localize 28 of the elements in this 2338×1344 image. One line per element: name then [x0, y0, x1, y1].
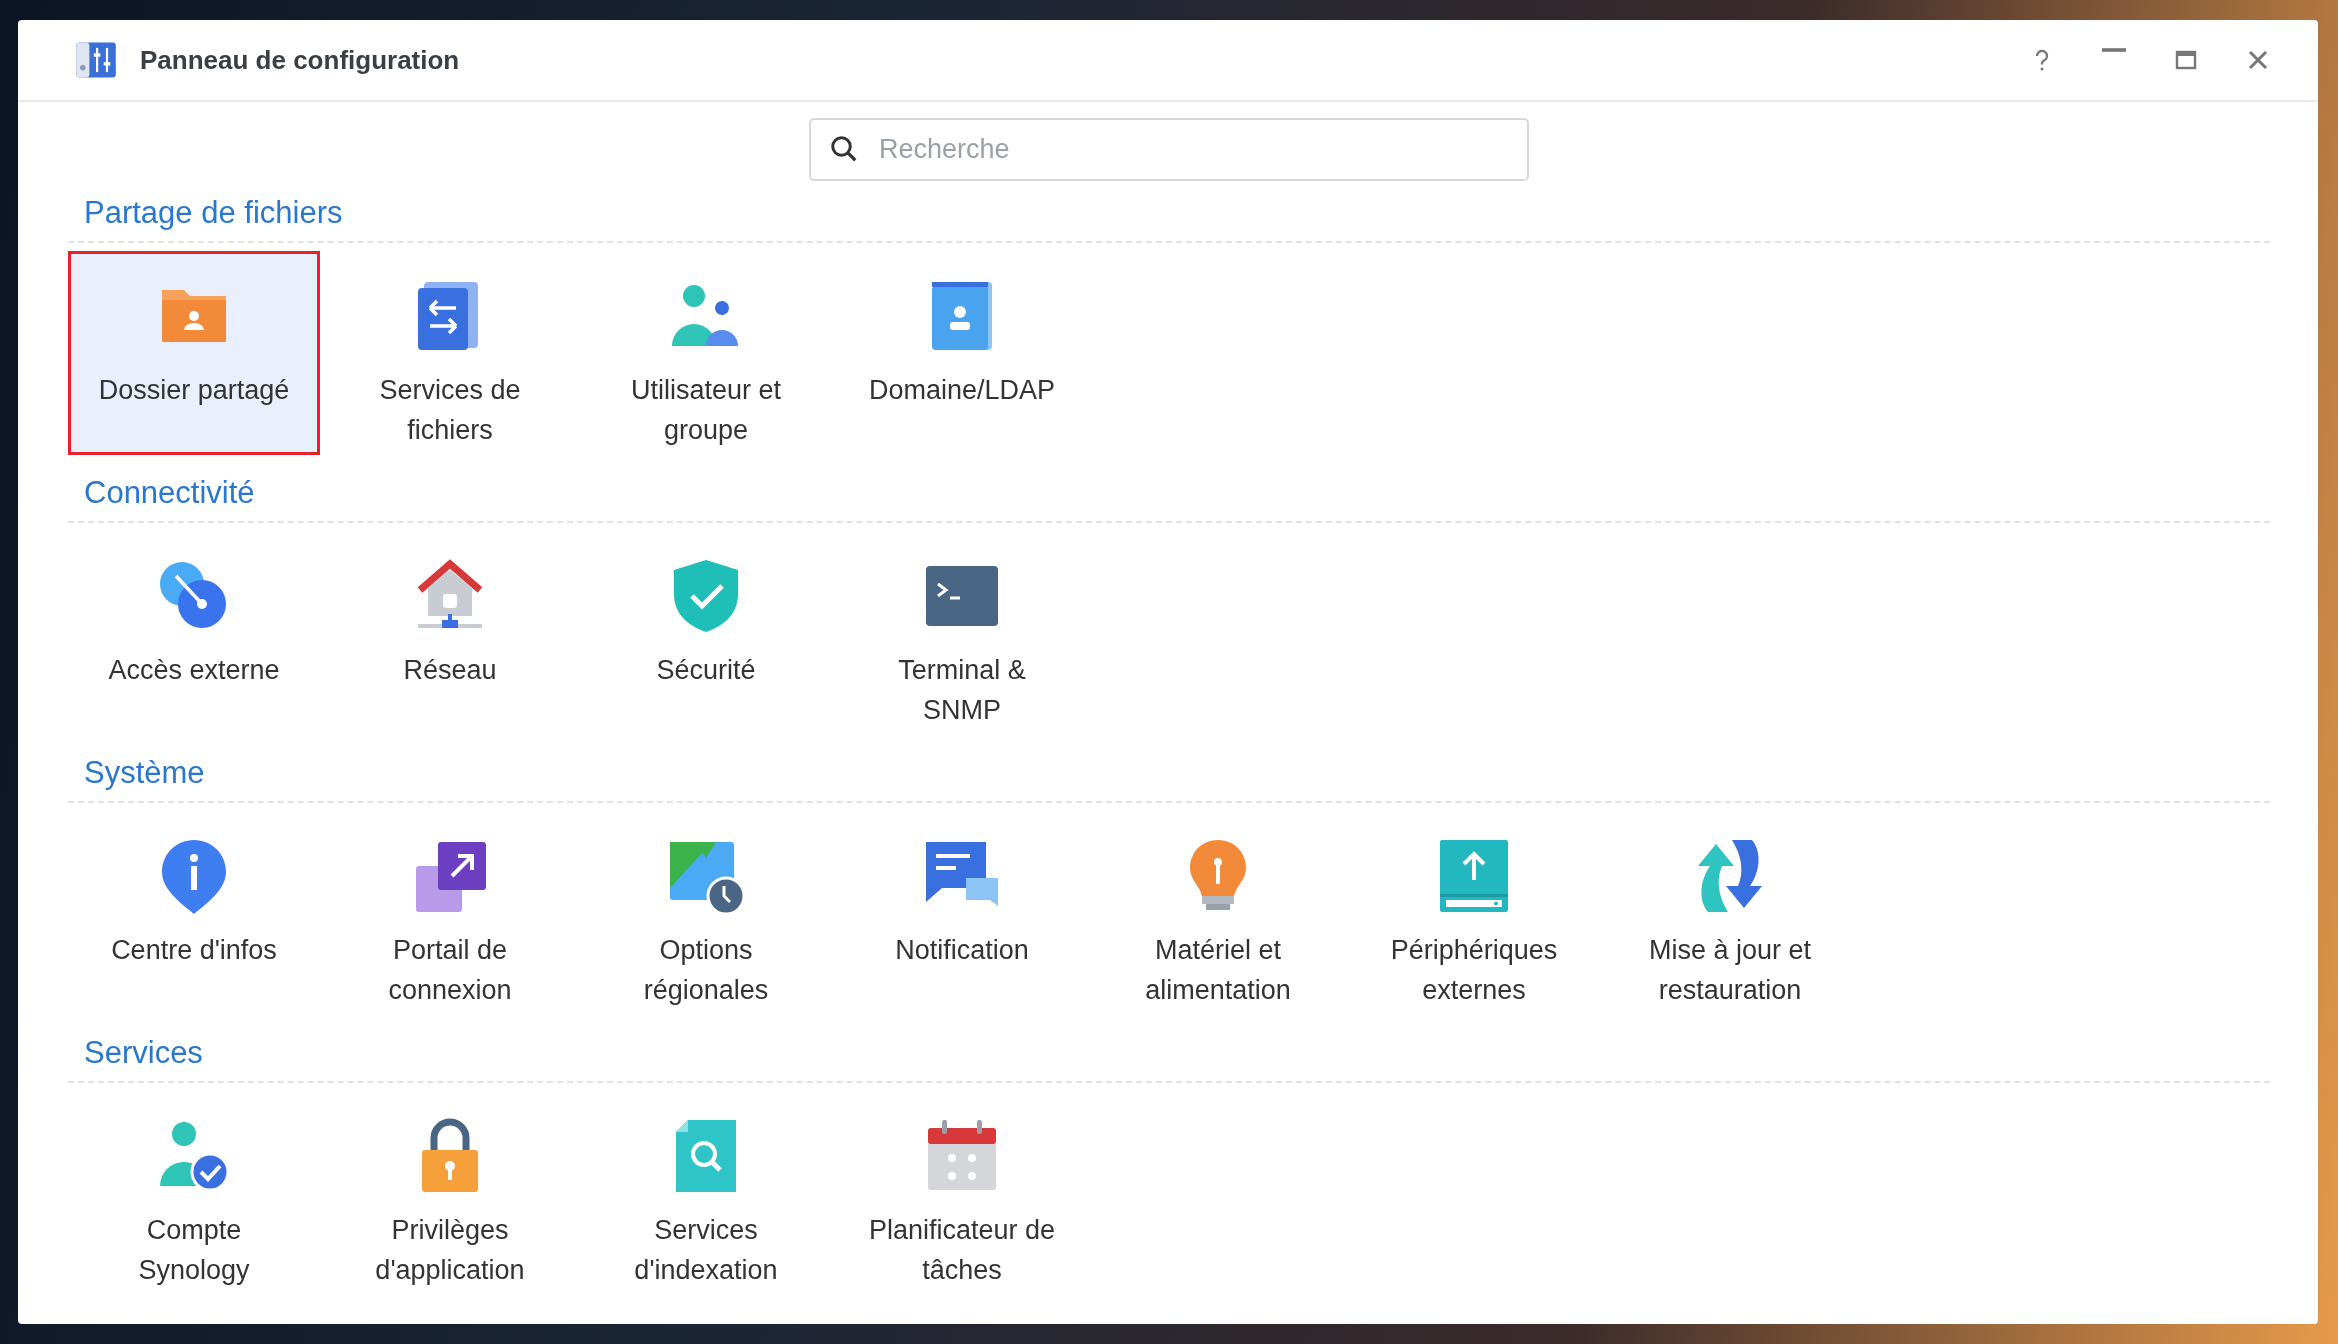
app-tile[interactable]: Privilèges d'application	[324, 1091, 576, 1295]
app-tile[interactable]: Services de fichiers	[324, 251, 576, 455]
app-tile[interactable]: Compte Synology	[68, 1091, 320, 1295]
minimize-icon	[2102, 48, 2126, 52]
app-tile[interactable]: Réseau	[324, 531, 576, 735]
app-tile[interactable]: Accès externe	[68, 531, 320, 735]
section-heading: Connectivité	[84, 475, 255, 510]
search-field[interactable]: Recherche	[809, 118, 1529, 181]
app-tile[interactable]: Centre d'infos	[68, 811, 320, 1015]
app-tile[interactable]: Options régionales	[580, 811, 832, 1015]
app-tile[interactable]: Périphériques externes	[1348, 811, 1600, 1015]
app-tile[interactable]: Matériel et alimentation	[1092, 811, 1344, 1015]
app-tile[interactable]: Mise à jour et restauration	[1604, 811, 1856, 1015]
app-tile[interactable]: Portail de connexion	[324, 811, 576, 1015]
app-tile[interactable]: Notification	[836, 811, 1088, 1015]
app-tile[interactable]: Services d'indexation	[580, 1091, 832, 1295]
section-heading: Partage de fichiers	[84, 195, 343, 230]
window-title: Panneau de configuration	[140, 44, 460, 76]
app-tile[interactable]: Dossier partagé	[68, 251, 320, 455]
section-heading: Services	[84, 1035, 203, 1070]
section-heading: Système	[84, 755, 205, 790]
app-tile[interactable]: Domaine/LDAP	[836, 251, 1088, 455]
close-icon	[2246, 48, 2270, 72]
app-tile[interactable]: Sécurité	[580, 531, 832, 735]
maximize-icon	[2174, 48, 2198, 72]
app-tile[interactable]: Planificateur de tâches	[836, 1091, 1088, 1295]
app-tile[interactable]: Utilisateur et groupe	[580, 251, 832, 455]
app-tile[interactable]: Terminal & SNMP	[836, 531, 1088, 735]
